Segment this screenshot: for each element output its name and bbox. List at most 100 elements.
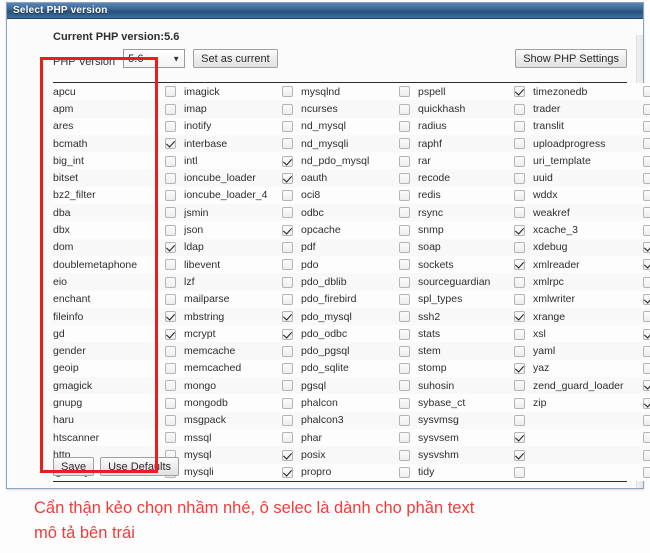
extension-checkbox-tidy[interactable]: [514, 466, 525, 478]
extension-checkbox-eio[interactable]: [165, 276, 176, 288]
extension-checkbox-spl_types[interactable]: [514, 293, 525, 305]
extension-checkbox-bz2_filter[interactable]: [165, 190, 176, 202]
extension-checkbox-apm[interactable]: [165, 103, 176, 115]
extension-checkbox-mysqlnd[interactable]: [399, 86, 410, 98]
extension-checkbox-xmlreader[interactable]: [643, 259, 650, 271]
extension-checkbox-redis[interactable]: [514, 190, 525, 202]
extension-checkbox-pdf[interactable]: [399, 242, 410, 254]
extension-checkbox-xmlrpc[interactable]: [643, 276, 650, 288]
extension-checkbox-mysqli[interactable]: [282, 466, 293, 478]
extension-checkbox-xcache_3[interactable]: [643, 224, 650, 236]
extension-checkbox-wddx[interactable]: [643, 190, 650, 202]
extension-checkbox-inotify[interactable]: [282, 120, 293, 132]
extension-checkbox-gmagick[interactable]: [165, 380, 176, 392]
set-as-current-button[interactable]: Set as current: [193, 49, 278, 68]
extension-checkbox-mysql[interactable]: [282, 449, 293, 461]
extension-checkbox-posix[interactable]: [399, 449, 410, 461]
extension-checkbox-mongo[interactable]: [282, 380, 293, 392]
extension-checkbox-sockets[interactable]: [514, 259, 525, 271]
extension-checkbox-xrange[interactable]: [643, 311, 650, 323]
extension-checkbox-geoip[interactable]: [165, 363, 176, 375]
extension-checkbox-weakref[interactable]: [643, 207, 650, 219]
extension-checkbox-uuid[interactable]: [643, 172, 650, 184]
php-version-select[interactable]: 5.6 ▼: [123, 49, 186, 68]
extension-checkbox-pdo_sqlite[interactable]: [399, 363, 410, 375]
extension-checkbox-phar[interactable]: [399, 432, 410, 444]
extension-checkbox-translit[interactable]: [643, 120, 650, 132]
extension-checkbox-xsl[interactable]: [643, 328, 650, 340]
extension-checkbox-pdo_odbc[interactable]: [399, 328, 410, 340]
extension-checkbox-odbc[interactable]: [399, 207, 410, 219]
extension-checkbox-enchant[interactable]: [165, 293, 176, 305]
extension-checkbox-pdo_dblib[interactable]: [399, 276, 410, 288]
extension-checkbox-ares[interactable]: [165, 120, 176, 132]
extension-checkbox-pdo_mysql[interactable]: [399, 311, 410, 323]
extension-checkbox-mbstring[interactable]: [282, 311, 293, 323]
extension-checkbox-xdebug[interactable]: [643, 242, 650, 254]
extension-checkbox-json[interactable]: [282, 224, 293, 236]
extension-checkbox-imap[interactable]: [282, 103, 293, 115]
extension-checkbox-ldap[interactable]: [282, 242, 293, 254]
extension-checkbox-pgsql[interactable]: [399, 380, 410, 392]
extension-checkbox-radius[interactable]: [514, 120, 525, 132]
extension-checkbox-empty[interactable]: [643, 449, 650, 461]
extension-checkbox-pdo[interactable]: [399, 259, 410, 271]
extension-checkbox-quickhash[interactable]: [514, 103, 525, 115]
extension-checkbox-yaml[interactable]: [643, 345, 650, 357]
extension-checkbox-dba[interactable]: [165, 207, 176, 219]
extension-checkbox-gnupg[interactable]: [165, 397, 176, 409]
extension-checkbox-timezonedb[interactable]: [643, 86, 650, 98]
use-defaults-button[interactable]: Use Defaults: [100, 457, 180, 476]
extension-checkbox-gender[interactable]: [165, 345, 176, 357]
extension-checkbox-opcache[interactable]: [399, 224, 410, 236]
extension-checkbox-pdo_pgsql[interactable]: [399, 345, 410, 357]
extension-checkbox-stomp[interactable]: [514, 363, 525, 375]
extension-checkbox-stem[interactable]: [514, 345, 525, 357]
extension-checkbox-libevent[interactable]: [282, 259, 293, 271]
extension-checkbox-dbx[interactable]: [165, 224, 176, 236]
extension-checkbox-snmp[interactable]: [514, 224, 525, 236]
extension-checkbox-sybase_ct[interactable]: [514, 397, 525, 409]
extension-checkbox-trader[interactable]: [643, 103, 650, 115]
extension-checkbox-ioncube_loader[interactable]: [282, 172, 293, 184]
extension-checkbox-nd_pdo_mysql[interactable]: [399, 155, 410, 167]
extension-checkbox-msgpack[interactable]: [282, 415, 293, 426]
extension-checkbox-suhosin[interactable]: [514, 380, 525, 392]
extension-checkbox-dom[interactable]: [165, 242, 176, 254]
extension-checkbox-xmlwriter[interactable]: [643, 293, 650, 305]
extension-checkbox-raphf[interactable]: [514, 138, 525, 150]
extension-checkbox-rsync[interactable]: [514, 207, 525, 219]
extension-checkbox-fileinfo[interactable]: [165, 311, 176, 323]
extension-checkbox-apcu[interactable]: [165, 86, 176, 98]
extension-checkbox-sysvshm[interactable]: [514, 449, 525, 461]
extension-checkbox-jsmin[interactable]: [282, 207, 293, 219]
extension-checkbox-mongodb[interactable]: [282, 397, 293, 409]
extension-checkbox-empty[interactable]: [643, 415, 650, 426]
extension-checkbox-propro[interactable]: [399, 466, 410, 478]
extension-checkbox-oci8[interactable]: [399, 190, 410, 202]
extension-checkbox-imagick[interactable]: [282, 86, 293, 98]
extension-checkbox-ncurses[interactable]: [399, 103, 410, 115]
extension-checkbox-zip[interactable]: [643, 397, 650, 409]
extension-checkbox-yaz[interactable]: [643, 363, 650, 375]
extension-checkbox-mailparse[interactable]: [282, 293, 293, 305]
extension-checkbox-haru[interactable]: [165, 415, 176, 426]
extension-checkbox-pdo_firebird[interactable]: [399, 293, 410, 305]
extension-checkbox-stats[interactable]: [514, 328, 525, 340]
extension-checkbox-recode[interactable]: [514, 172, 525, 184]
extension-checkbox-phalcon[interactable]: [399, 397, 410, 409]
show-php-settings-button[interactable]: Show PHP Settings: [515, 49, 627, 68]
extension-checkbox-intl[interactable]: [282, 155, 293, 167]
extension-checkbox-bcmath[interactable]: [165, 138, 176, 150]
extension-checkbox-big_int[interactable]: [165, 155, 176, 167]
extension-checkbox-mssql[interactable]: [282, 432, 293, 444]
extension-checkbox-empty[interactable]: [643, 466, 650, 478]
extension-checkbox-memcached[interactable]: [282, 363, 293, 375]
extension-checkbox-pspell[interactable]: [514, 86, 525, 98]
extension-checkbox-nd_mysqli[interactable]: [399, 138, 410, 150]
extension-checkbox-empty[interactable]: [643, 432, 650, 444]
extension-checkbox-oauth[interactable]: [399, 172, 410, 184]
extension-checkbox-rar[interactable]: [514, 155, 525, 167]
extension-checkbox-zend_guard_loader[interactable]: [643, 380, 650, 392]
extension-checkbox-sysvsem[interactable]: [514, 432, 525, 444]
